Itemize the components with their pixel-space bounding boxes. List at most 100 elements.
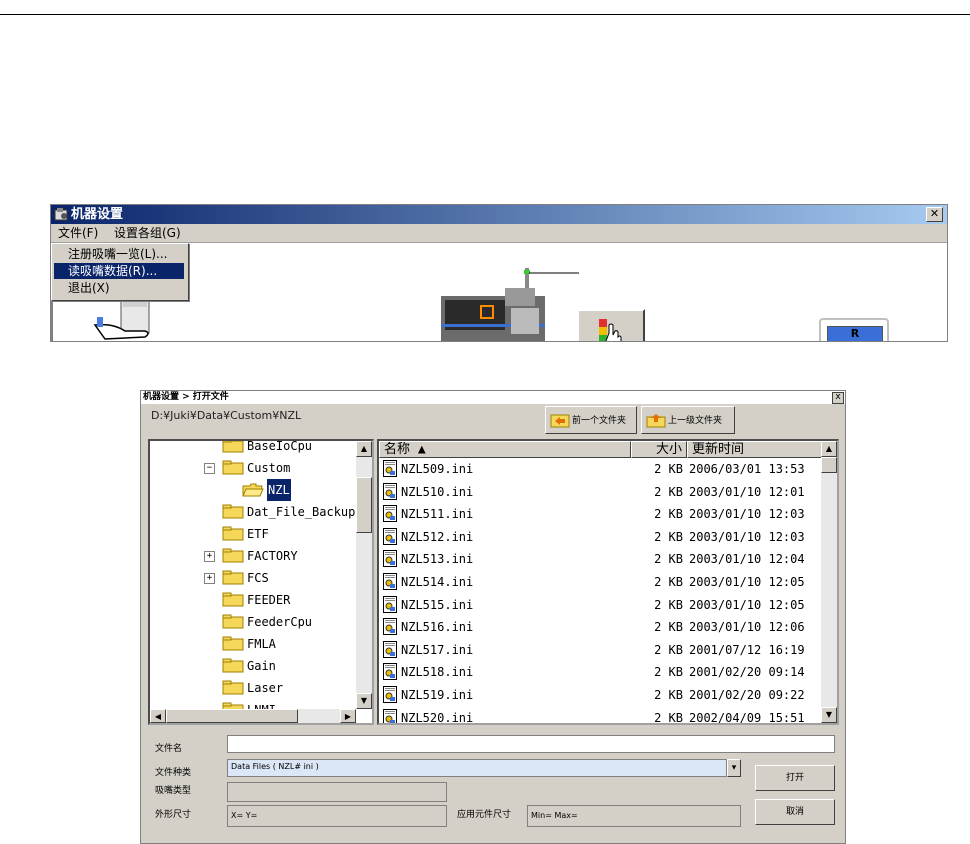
app-icon <box>54 208 68 221</box>
folder-icon <box>222 441 244 453</box>
signal-tower-button[interactable] <box>577 309 645 341</box>
file-size: 2 KB <box>654 688 683 702</box>
tree-item-label: Dat_File_Backup <box>247 505 356 519</box>
file-row[interactable]: NZL514.ini 2 KB 2003/01/10 12:05 <box>379 571 819 593</box>
list-scroll-thumb[interactable] <box>821 457 837 473</box>
tree-horizontal-scrollbar[interactable]: ◀ ▶ <box>150 709 356 723</box>
file-name: NZL518.ini <box>401 665 474 680</box>
scroll-up-arrow-icon[interactable]: ▲ <box>356 441 372 457</box>
ini-file-icon <box>383 460 397 477</box>
file-row[interactable]: NZL510.ini 2 KB 2003/01/10 12:01 <box>379 481 819 503</box>
menu-item-register-nozzle-list[interactable]: 注册吸嘴一览(L)... <box>54 246 184 262</box>
tree-item[interactable]: + FACTORY <box>150 545 356 567</box>
filetype-dropdown-arrow-icon[interactable]: ▾ <box>727 759 741 777</box>
current-path: D:¥Juki¥Data¥Custom¥NZL <box>151 409 302 422</box>
file-size: 2 KB <box>654 620 683 635</box>
nozzle-type-label: 吸嘴类型 <box>155 786 192 796</box>
file-row[interactable]: NZL517.ini 2 KB 2001/07/12 16:19 <box>379 639 819 661</box>
folder-icon <box>222 658 244 673</box>
tree-item[interactable]: BaseIoCpu <box>150 441 356 457</box>
file-date: 2003/01/10 12:04 <box>689 552 805 567</box>
tree-item[interactable]: NZL <box>150 479 356 501</box>
menubar: 文件(F) 设置各组(G) <box>51 224 947 243</box>
column-header-name[interactable]: 名称 ▲ <box>379 441 631 458</box>
column-header-size[interactable]: 大小 <box>631 441 687 458</box>
file-date: 2006/03/01 13:53 <box>689 462 805 476</box>
collapse-icon[interactable]: − <box>204 463 215 474</box>
tree-hscroll-thumb[interactable] <box>166 709 298 723</box>
folder-icon <box>222 592 244 607</box>
list-scroll-up-arrow-icon[interactable]: ▲ <box>821 441 837 457</box>
menu-file[interactable]: 文件(F) <box>55 225 101 241</box>
filename-label: 文件名 <box>155 744 183 754</box>
file-row[interactable]: NZL516.ini 2 KB 2003/01/10 12:06 <box>379 616 819 638</box>
file-name: NZL517.ini <box>401 642 474 657</box>
tree-vertical-scrollbar[interactable]: ▲ ▼ <box>356 441 372 709</box>
close-button[interactable]: ✕ <box>926 207 943 222</box>
menu-item-read-nozzle-data[interactable]: 读吸嘴数据(R)... <box>54 263 184 279</box>
scroll-left-arrow-icon[interactable]: ◀ <box>150 709 166 723</box>
tree-item-label: Gain <box>247 659 276 673</box>
column-size-label: 大小 <box>655 442 682 457</box>
file-row[interactable]: NZL509.ini 2 KB 2006/03/01 13:53 <box>379 458 819 480</box>
expand-icon[interactable]: + <box>204 573 215 584</box>
tree-item[interactable]: Gain <box>150 655 356 677</box>
ini-file-icon <box>383 505 397 523</box>
ini-file-icon <box>383 686 397 703</box>
expand-icon[interactable]: + <box>204 551 215 562</box>
folder-icon <box>222 680 244 695</box>
ini-file-icon <box>383 527 397 545</box>
ini-file-icon <box>383 595 397 613</box>
up-folder-button[interactable]: 上一级文件夹 <box>641 406 735 434</box>
list-scroll-down-arrow-icon[interactable]: ▼ <box>821 707 837 723</box>
folder-tree: BaseIoCpu − Custom NZL Dat_File_Backup ETF + FA… <box>148 439 374 725</box>
back-arrow-icon <box>550 414 570 428</box>
folder-icon <box>222 614 244 629</box>
file-row[interactable]: NZL511.ini 2 KB 2003/01/10 12:03 <box>379 503 819 525</box>
column-header-date[interactable]: 更新时间 <box>687 441 823 458</box>
scroll-down-arrow-icon[interactable]: ▼ <box>356 693 372 709</box>
file-row[interactable]: NZL518.ini 2 KB 2001/02/20 09:14 <box>379 661 819 683</box>
filetype-select[interactable]: Data Files ( NZL# ini ) <box>227 759 727 777</box>
outer-size-label: 外形尺寸 <box>155 810 192 820</box>
column-name-label: 名称 ▲ <box>384 442 426 457</box>
scroll-right-arrow-icon[interactable]: ▶ <box>340 709 356 723</box>
prev-folder-button[interactable]: 前一个文件夹 <box>545 406 637 434</box>
tree-item[interactable]: FEEDER <box>150 589 356 611</box>
tree-scroll-thumb[interactable] <box>356 477 372 533</box>
page-top-rule <box>0 14 970 15</box>
file-name: NZL516.ini <box>401 620 474 635</box>
machine-settings-window: 机器设置 ✕ 文件(F) 设置各组(G) R 注册吸嘴一览(L)... 读吸嘴数… <box>50 204 948 342</box>
connector-line <box>529 272 579 274</box>
ini-file-icon <box>383 640 397 658</box>
tree-item[interactable]: − Custom <box>150 457 356 479</box>
tree-item[interactable]: Laser <box>150 677 356 699</box>
file-name: NZL513.ini <box>401 552 474 567</box>
tree-item[interactable]: FeederCpu <box>150 611 356 633</box>
file-row[interactable]: NZL513.ini 2 KB 2003/01/10 12:04 <box>379 548 819 570</box>
cancel-button[interactable]: 取消 <box>755 799 835 825</box>
tree-item[interactable]: ETF <box>150 523 356 545</box>
component-size-field: Min= Max= <box>527 805 741 827</box>
list-vertical-scrollbar[interactable]: ▲ ▼ <box>821 441 837 723</box>
tree-item-label: FMLA <box>247 637 276 651</box>
file-size: 2 KB <box>654 507 683 522</box>
menu-group-settings[interactable]: 设置各组(G) <box>111 225 184 241</box>
tree-item[interactable]: + FCS <box>150 567 356 589</box>
tree-item[interactable]: FMLA <box>150 633 356 655</box>
tree-item-label: NZL <box>267 479 291 501</box>
filename-input[interactable] <box>227 735 835 753</box>
window-title: 机器设置 <box>71 207 124 222</box>
file-date: 2002/04/09 15:51 <box>689 710 805 725</box>
file-row[interactable]: NZL515.ini 2 KB 2003/01/10 12:05 <box>379 594 819 616</box>
menu-item-exit[interactable]: 退出(X) <box>54 280 184 296</box>
file-size: 2 KB <box>654 529 683 544</box>
file-row[interactable]: NZL512.ini 2 KB 2003/01/10 12:03 <box>379 526 819 548</box>
file-row[interactable]: NZL520.ini 2 KB 2002/04/09 15:51 <box>379 707 819 725</box>
tree-item[interactable]: Dat_File_Backup <box>150 501 356 523</box>
dialog-close-button[interactable]: x <box>832 392 844 404</box>
file-row[interactable]: NZL519.ini 2 KB 2001/02/20 09:22 <box>379 684 819 706</box>
signal-tower-icon <box>599 319 622 341</box>
open-button[interactable]: 打开 <box>755 765 835 791</box>
r-button[interactable]: R <box>827 326 883 341</box>
